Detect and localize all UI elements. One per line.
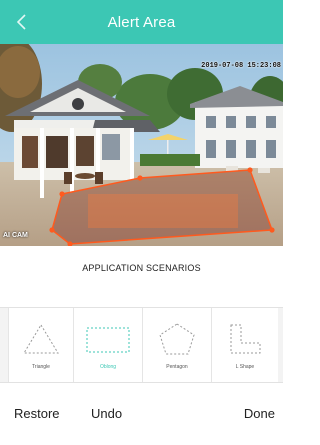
footer-toolbar: Restore Undo Done [0,383,283,445]
camera-image [0,44,283,246]
camera-label: AI CAM [3,232,28,239]
l-shape-icon [230,324,261,354]
rectangle-icon [86,327,130,353]
camera-timestamp: 2019-07-08 15:23:08 [201,62,281,70]
shape-label-oblong: Oblong [99,364,117,370]
shape-option-pentagon[interactable]: Pentagon [143,308,212,382]
shape-label-triangle: Triangle [32,364,50,370]
shape-label-pentagon: Pentagon [166,364,188,370]
shape-option-triangle[interactable]: Triangle [8,308,74,382]
pentagon-icon [159,323,195,355]
section-title: APPLICATION SCENARIOS [82,263,201,273]
triangle-icon [23,324,59,354]
undo-button[interactable]: Undo [91,406,122,421]
restore-button[interactable]: Restore [14,406,60,421]
back-button[interactable] [8,8,36,36]
shape-option-l-shape[interactable]: L Shape [212,308,278,382]
shape-selector: Triangle Oblong Pentagon L Shape [0,307,283,383]
camera-view[interactable]: 2019-07-08 15:23:08 AI CAM [0,44,283,246]
shape-option-oblong[interactable]: Oblong [74,308,143,382]
page-title: Alert Area [107,13,176,31]
chevron-left-icon [16,14,26,30]
app-header: Alert Area [0,0,283,44]
shape-label-l-shape: L Shape [235,364,255,370]
done-button[interactable]: Done [244,406,275,421]
